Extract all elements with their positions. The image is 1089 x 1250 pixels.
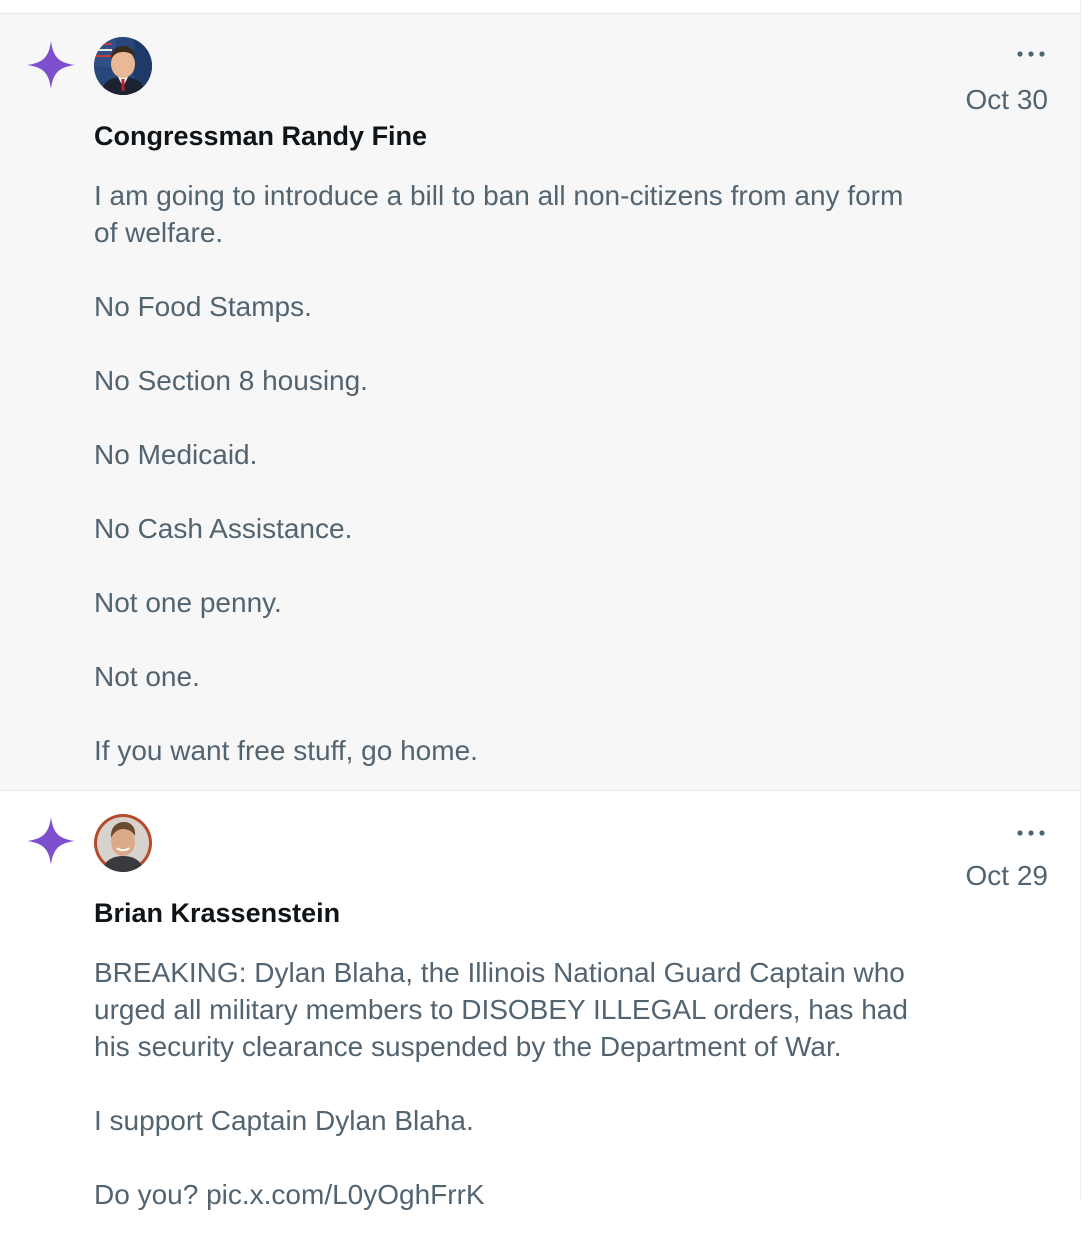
sparkle-icon: [27, 41, 75, 89]
post-paragraph: I am going to introduce a bill to ban al…: [94, 180, 904, 248]
post-paragraph: No Food Stamps.: [94, 291, 312, 322]
post-date[interactable]: Oct 29: [966, 860, 1048, 892]
post-paragraph: No Medicaid.: [94, 439, 258, 470]
post-paragraph: I support Captain Dylan Blaha.: [94, 1105, 474, 1136]
post-paragraph: Not one.: [94, 661, 200, 692]
post-paragraph: Not one penny.: [94, 587, 282, 618]
more-options-icon[interactable]: [1016, 826, 1046, 840]
post-date[interactable]: Oct 30: [966, 84, 1048, 116]
post-paragraph: No Cash Assistance.: [94, 513, 353, 544]
author-name[interactable]: Congressman Randy Fine: [94, 121, 427, 152]
column-border: [1080, 0, 1081, 1200]
post-card[interactable]: Oct 29 Brian Krassenstein BREAKING: Dyla…: [0, 792, 1080, 1210]
author-name[interactable]: Brian Krassenstein: [94, 898, 340, 929]
post-card[interactable]: Oct 30 Congressman Randy Fine I am going…: [0, 14, 1080, 791]
avatar[interactable]: [94, 37, 152, 95]
post-body: I am going to introduce a bill to ban al…: [94, 177, 934, 806]
avatar[interactable]: [94, 814, 152, 872]
sparkle-icon: [27, 817, 75, 865]
top-divider: [0, 0, 1080, 14]
more-options-icon[interactable]: [1016, 47, 1046, 61]
post-body: BREAKING: Dylan Blaha, the Illinois Nati…: [94, 954, 934, 1250]
post-paragraph: BREAKING: Dylan Blaha, the Illinois Nati…: [94, 957, 908, 1062]
post-paragraph[interactable]: Do you? pic.x.com/L0yOghFrrK: [94, 1176, 934, 1213]
post-paragraph: No Section 8 housing.: [94, 365, 368, 396]
post-paragraph: If you want free stuff, go home.: [94, 735, 478, 766]
